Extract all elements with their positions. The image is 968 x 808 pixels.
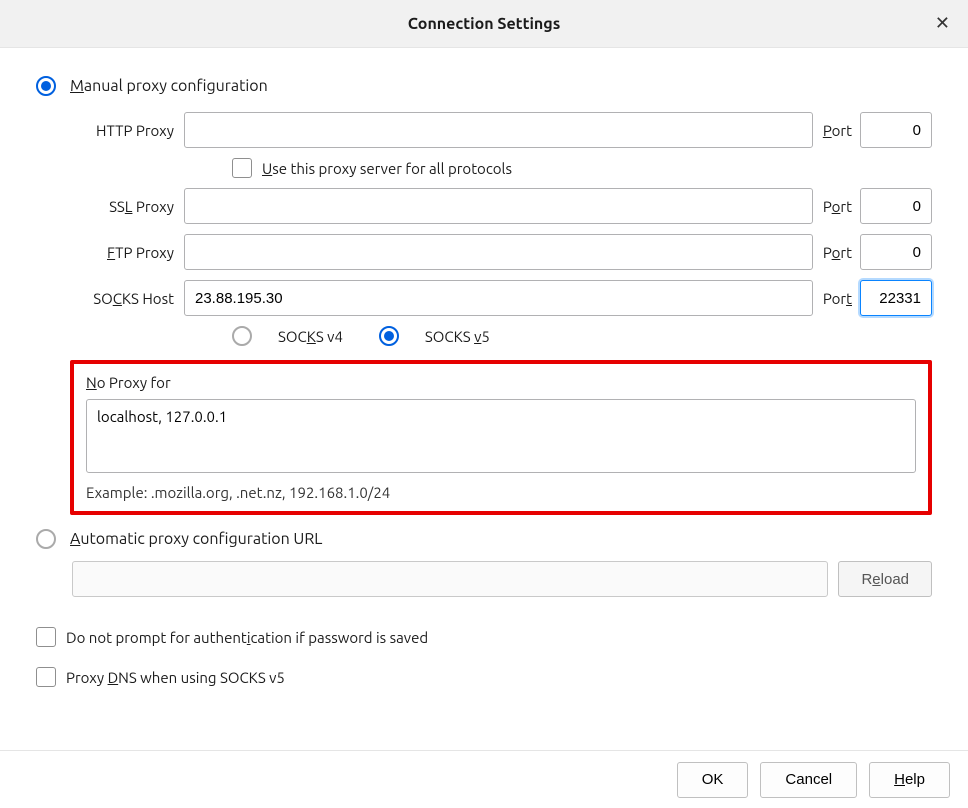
http-port-input[interactable]	[860, 112, 932, 148]
ftp-port-input[interactable]	[860, 234, 932, 270]
proxy-fields: HTTP Proxy Port Use this proxy server fo…	[76, 112, 932, 346]
use-all-protocols-row: Use this proxy server for all protocols	[232, 158, 932, 178]
manual-proxy-label: Manual proxy configuration	[70, 77, 268, 95]
no-proxy-textarea[interactable]	[86, 399, 916, 473]
cancel-button[interactable]: Cancel	[760, 762, 857, 798]
socks-v4-label: SOCKS v4	[278, 328, 343, 345]
scroll-area[interactable]: Manual proxy configuration HTTP Proxy Po…	[0, 48, 968, 750]
ssl-proxy-input[interactable]	[184, 188, 813, 224]
auto-proxy-label: Automatic proxy configuration URL	[70, 530, 322, 548]
dialog-title: Connection Settings	[408, 15, 561, 33]
bottom-options: Do not prompt for authentication if pass…	[36, 627, 932, 687]
help-button[interactable]: Help	[869, 762, 950, 798]
auto-proxy-radio-row: Automatic proxy configuration URL	[36, 529, 932, 549]
ftp-proxy-input[interactable]	[184, 234, 813, 270]
socks-version-row: SOCKS v4 SOCKS v5	[232, 326, 932, 346]
content: Manual proxy configuration HTTP Proxy Po…	[0, 48, 968, 750]
socks-host-row: SOCKS Host Port	[76, 280, 932, 316]
no-proxy-section: No Proxy for Example: .mozilla.org, .net…	[70, 360, 932, 515]
ftp-proxy-row: FTP Proxy Port	[76, 234, 932, 270]
ssl-proxy-row: SSL Proxy Port	[76, 188, 932, 224]
ok-button[interactable]: OK	[677, 762, 749, 798]
ssl-proxy-label: SSL Proxy	[76, 198, 184, 215]
use-all-protocols-checkbox[interactable]	[232, 158, 252, 178]
socks-port-input[interactable]	[860, 280, 932, 316]
ssl-port-label: Port	[813, 198, 860, 215]
http-port-label: Port	[813, 122, 860, 139]
http-proxy-label: HTTP Proxy	[76, 122, 184, 139]
auto-proxy-radio[interactable]	[36, 529, 56, 549]
no-prompt-row: Do not prompt for authentication if pass…	[36, 627, 932, 647]
http-proxy-input[interactable]	[184, 112, 813, 148]
socks-host-input[interactable]	[184, 280, 813, 316]
manual-proxy-radio-row: Manual proxy configuration	[36, 76, 932, 96]
no-prompt-checkbox[interactable]	[36, 627, 56, 647]
manual-proxy-radio[interactable]	[36, 76, 56, 96]
ftp-proxy-label: FTP Proxy	[76, 244, 184, 261]
auto-proxy-url-row: Reload	[72, 561, 932, 597]
proxy-dns-row: Proxy DNS when using SOCKS v5	[36, 667, 932, 687]
use-all-protocols-label: Use this proxy server for all protocols	[262, 160, 512, 177]
proxy-dns-checkbox[interactable]	[36, 667, 56, 687]
connection-settings-dialog: Connection Settings ✕ Manual proxy confi…	[0, 0, 968, 808]
socks-v4-radio[interactable]	[232, 326, 252, 346]
no-proxy-label: No Proxy for	[86, 374, 916, 391]
close-icon[interactable]: ✕	[935, 14, 950, 32]
no-proxy-example: Example: .mozilla.org, .net.nz, 192.168.…	[86, 484, 916, 501]
socks-v5-label: SOCKS v5	[425, 328, 490, 345]
dialog-footer: OK Cancel Help	[0, 750, 968, 808]
no-prompt-label: Do not prompt for authentication if pass…	[66, 629, 428, 646]
socks-port-label: Port	[813, 290, 860, 307]
socks-v5-radio[interactable]	[379, 326, 399, 346]
auto-proxy-url-input[interactable]	[72, 561, 828, 597]
reload-button[interactable]: Reload	[838, 561, 932, 597]
ssl-port-input[interactable]	[860, 188, 932, 224]
ftp-port-label: Port	[813, 244, 860, 261]
proxy-dns-label: Proxy DNS when using SOCKS v5	[66, 669, 285, 686]
titlebar: Connection Settings ✕	[0, 0, 968, 48]
http-proxy-row: HTTP Proxy Port	[76, 112, 932, 148]
socks-host-label: SOCKS Host	[76, 290, 184, 307]
